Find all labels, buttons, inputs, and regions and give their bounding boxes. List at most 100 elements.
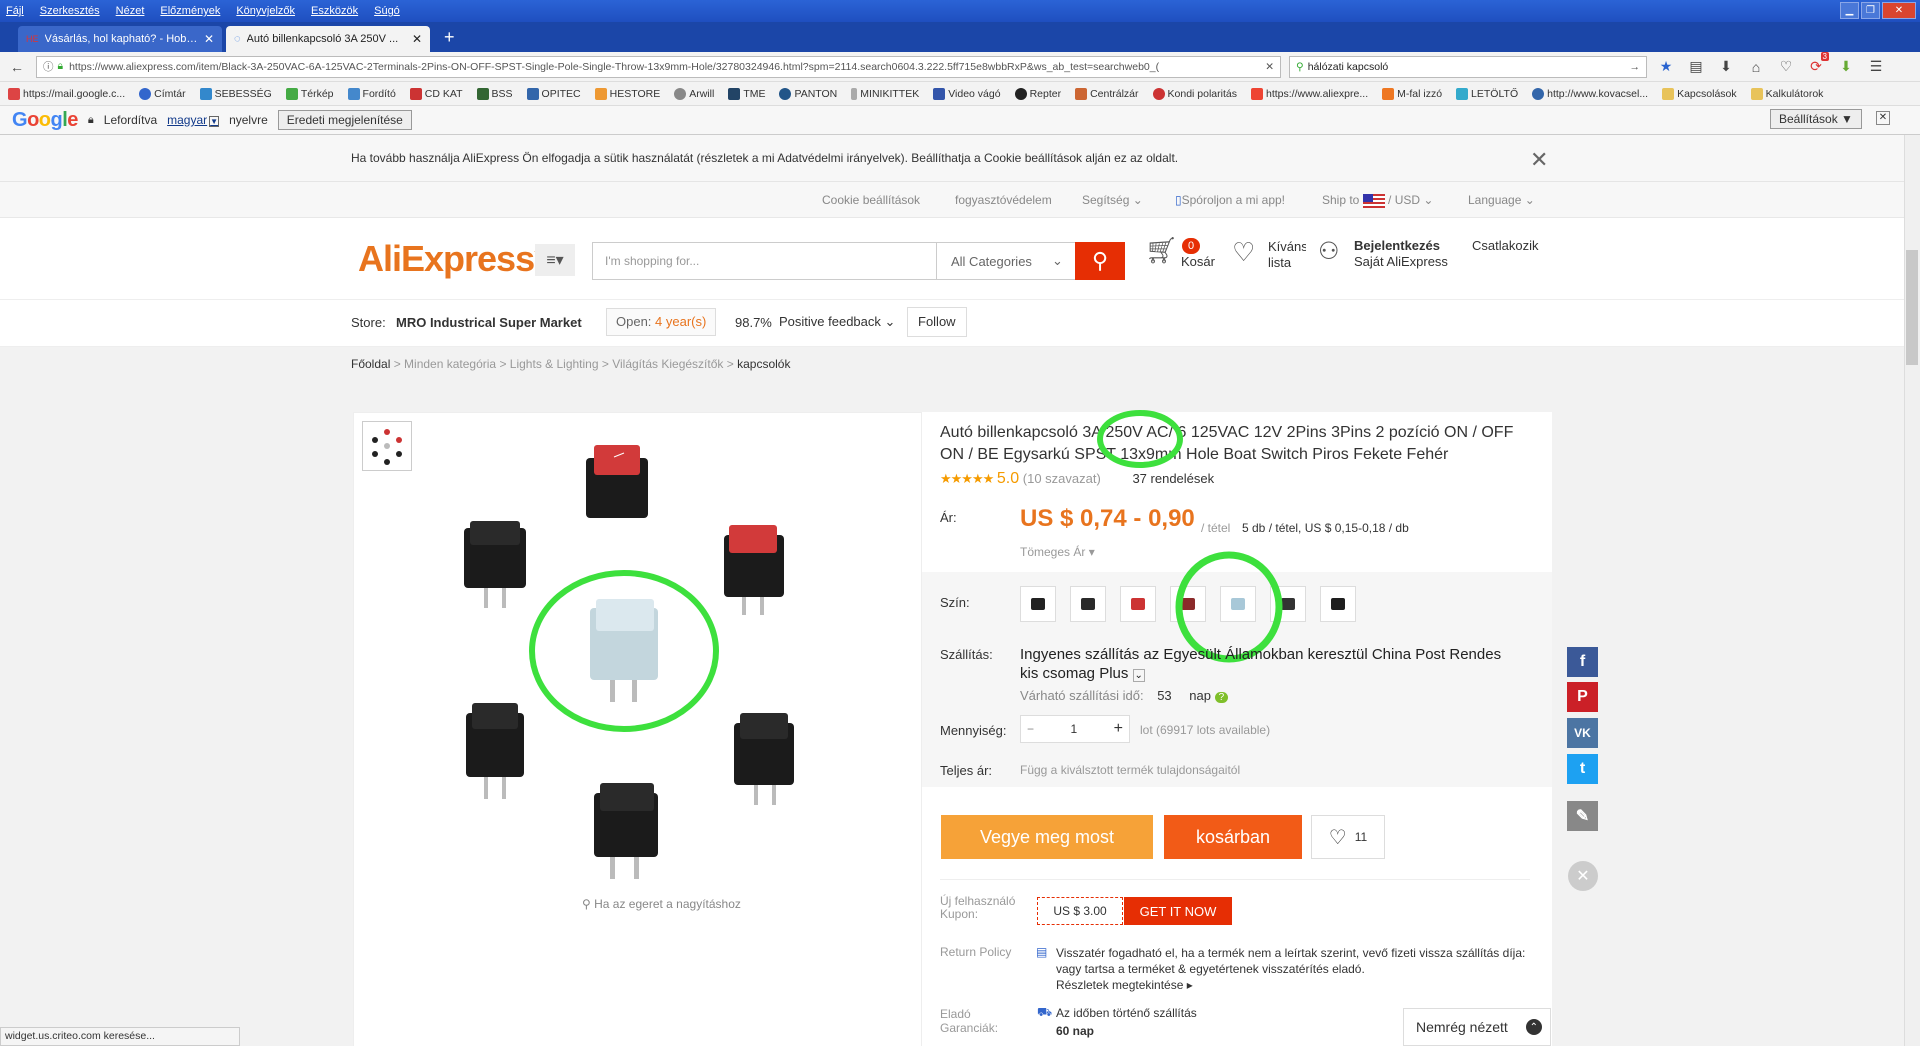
- ship-to-menu[interactable]: Ship to / USD ⌄: [1322, 193, 1433, 208]
- bookmark-item[interactable]: SEBESSÉG: [199, 87, 272, 100]
- get-coupon-button[interactable]: GET IT NOW: [1124, 897, 1232, 925]
- bookmark-item[interactable]: TME: [728, 87, 765, 100]
- twitter-icon[interactable]: t: [1567, 754, 1598, 784]
- bookmark-item[interactable]: https://www.aliexpre...: [1250, 87, 1368, 100]
- bookmark-item[interactable]: Címtár: [139, 87, 186, 100]
- pinterest-icon[interactable]: P: [1567, 682, 1598, 712]
- color-swatch-red[interactable]: [1120, 586, 1156, 622]
- buy-now-button[interactable]: Vegye meg most: [941, 815, 1153, 859]
- tab-close-icon[interactable]: ✕: [204, 32, 214, 46]
- menu-file[interactable]: Fájl: [6, 5, 24, 17]
- login-link[interactable]: Bejelentkezés: [1354, 238, 1440, 253]
- bookmark-item[interactable]: LETÖLTŐ: [1456, 87, 1518, 100]
- search-bar[interactable]: ⚲ hálózati kapcsoló →: [1289, 55, 1647, 78]
- reviews-link[interactable]: (10 szavazat): [1023, 471, 1101, 486]
- scrollbar-thumb[interactable]: [1906, 250, 1918, 365]
- close-translate-icon[interactable]: ✕: [1876, 111, 1890, 125]
- category-menu-button[interactable]: ≡▾: [535, 244, 575, 276]
- breadcrumb-lights[interactable]: Lights & Lighting: [510, 357, 599, 371]
- bookmark-item[interactable]: BSS: [476, 87, 513, 100]
- bookmark-item[interactable]: OPITEC: [526, 87, 581, 100]
- shipping-dropdown-icon[interactable]: ⌄: [1132, 669, 1145, 682]
- help-icon[interactable]: ?: [1214, 692, 1229, 703]
- show-original-button[interactable]: Eredeti megjelenítése: [277, 110, 412, 130]
- close-share-icon[interactable]: ✕: [1568, 861, 1598, 891]
- breadcrumb-all[interactable]: Minden kategória: [404, 357, 496, 371]
- bookmark-item[interactable]: Fordító: [347, 87, 396, 100]
- my-aliexpress-link[interactable]: Saját AliExpress: [1354, 254, 1448, 269]
- library-icon[interactable]: ▤: [1685, 56, 1707, 78]
- increase-button[interactable]: +: [1114, 720, 1123, 738]
- quantity-input[interactable]: 1: [1070, 722, 1077, 736]
- bookmark-item[interactable]: Kapcsolások: [1662, 87, 1737, 100]
- search-button[interactable]: ⚲: [1075, 242, 1125, 280]
- new-tab-button[interactable]: +: [444, 27, 455, 48]
- menu-view[interactable]: Nézet: [116, 5, 145, 17]
- join-link[interactable]: Csatlakozik: [1472, 238, 1538, 254]
- addon-icon[interactable]: ⟳ 3: [1805, 51, 1829, 78]
- window-close-button[interactable]: ✕: [1882, 2, 1916, 19]
- close-icon[interactable]: ✕: [1530, 147, 1548, 173]
- cookie-settings-link[interactable]: Cookie beállítások: [822, 193, 920, 207]
- url-bar[interactable]: ⓘ 🔒︎ https://www.aliexpress.com/item/Bla…: [36, 55, 1281, 78]
- cart-icon[interactable]: 🛒︎: [1145, 237, 1178, 263]
- bookmark-item[interactable]: HESTORE: [594, 87, 660, 100]
- minimize-button[interactable]: ▁: [1840, 2, 1859, 19]
- bookmark-item[interactable]: CD KAT: [409, 87, 463, 100]
- pocket-icon[interactable]: ♡: [1775, 56, 1797, 78]
- user-icon[interactable]: ⚇: [1318, 240, 1340, 264]
- tab-aliexpress[interactable]: ◌ Autó billenkapcsoló 3A 250V ... ✕: [226, 26, 430, 52]
- restore-button[interactable]: ❐: [1861, 2, 1880, 19]
- product-main-image[interactable]: [414, 423, 874, 923]
- tab-close-icon[interactable]: ✕: [412, 32, 422, 46]
- menu-bookmarks[interactable]: Könyvjelzők: [236, 5, 295, 17]
- bookmark-item[interactable]: http://www.kovacsel...: [1532, 87, 1648, 100]
- home-icon[interactable]: ⌂: [1745, 56, 1767, 78]
- star-icon[interactable]: ★: [1655, 56, 1677, 78]
- bookmark-item[interactable]: M-fal izzó: [1382, 87, 1442, 100]
- bookmark-item[interactable]: Arwill: [674, 87, 714, 100]
- app-link[interactable]: ▯Spóroljon a mi app!: [1175, 193, 1285, 207]
- breadcrumb-accessories[interactable]: Világítás Kiegészítők: [612, 357, 723, 371]
- bookmark-item[interactable]: MINIKITTEK: [851, 87, 919, 100]
- aliexpress-logo[interactable]: AliExpress™: [358, 238, 544, 280]
- wishlist-link[interactable]: Kívánságlista: [1268, 239, 1306, 271]
- clear-url-icon[interactable]: ✕: [1265, 61, 1274, 73]
- follow-button[interactable]: Follow: [907, 307, 967, 337]
- tab-hobby[interactable]: HE Vásárlás, hol kapható? - Hobb... ✕: [18, 26, 222, 52]
- feedback-menu[interactable]: Positive feedback ⌄: [779, 314, 895, 330]
- account-link[interactable]: Bejelentkezés Saját AliExpress: [1354, 238, 1448, 270]
- cart-label[interactable]: Kosár: [1181, 254, 1215, 270]
- language-select[interactable]: magyar ▼: [167, 113, 220, 127]
- menu-edit[interactable]: Szerkesztés: [40, 5, 100, 17]
- color-swatch-black[interactable]: [1320, 586, 1356, 622]
- consumer-protection-link[interactable]: fogyasztóvédelem: [955, 193, 1052, 207]
- menu-tools[interactable]: Eszközök: [311, 5, 358, 17]
- thumbnail[interactable]: [362, 421, 412, 471]
- translate-settings-button[interactable]: Beállítások ▼: [1770, 109, 1862, 129]
- add-to-cart-button[interactable]: kosárban: [1164, 815, 1302, 859]
- bookmark-item[interactable]: https://mail.google.c...: [8, 87, 125, 100]
- recently-viewed-button[interactable]: Nemrég nézett ⌃: [1403, 1008, 1551, 1046]
- bookmark-item[interactable]: Kalkulátorok: [1750, 87, 1823, 100]
- help-menu[interactable]: Segítség ⌄: [1082, 193, 1143, 207]
- color-swatch-black[interactable]: [1070, 586, 1106, 622]
- language-menu[interactable]: Language ⌄: [1468, 193, 1535, 207]
- bookmark-item[interactable]: Térkép: [285, 87, 334, 100]
- go-arrow-icon[interactable]: →: [1630, 61, 1641, 73]
- heart-icon[interactable]: ♡: [1232, 239, 1255, 265]
- color-swatch-black[interactable]: [1020, 586, 1056, 622]
- bookmark-item[interactable]: Centrálzár: [1075, 87, 1139, 100]
- hamburger-menu-icon[interactable]: ☰: [1865, 56, 1887, 78]
- back-icon[interactable]: ←: [6, 56, 28, 78]
- extension-icon[interactable]: ⬇: [1835, 56, 1857, 78]
- product-search-input[interactable]: I'm shopping for...: [592, 242, 939, 280]
- menu-history[interactable]: Előzmények: [160, 5, 220, 17]
- return-details-link[interactable]: Részletek megtekintése ▸: [1056, 978, 1193, 992]
- breadcrumb-home[interactable]: Főoldal: [351, 357, 390, 371]
- bookmark-item[interactable]: PANTON: [779, 87, 837, 100]
- menu-help[interactable]: Súgó: [374, 5, 400, 17]
- bookmark-item[interactable]: Video vágó: [933, 87, 1001, 100]
- wishlist-button[interactable]: ♡ 11: [1311, 815, 1385, 859]
- bulk-price-toggle[interactable]: Tömeges Ár ▾: [1020, 545, 1095, 559]
